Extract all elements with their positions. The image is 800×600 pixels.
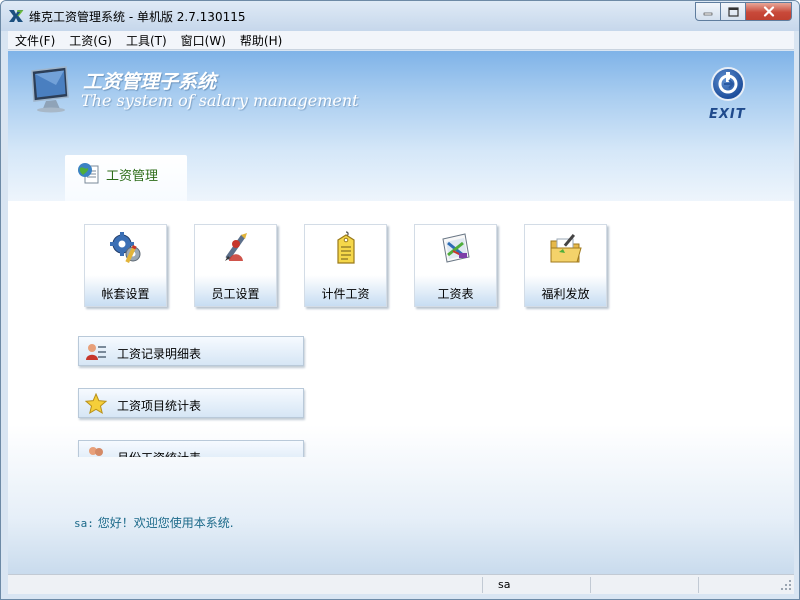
globe-document-icon bbox=[78, 163, 99, 184]
app-logo-icon bbox=[9, 10, 24, 22]
exit-button[interactable]: EXIT bbox=[702, 67, 752, 125]
tile-salary-table[interactable]: 工资表 bbox=[414, 224, 497, 307]
status-divider bbox=[698, 577, 699, 593]
system-subtitle: The system of salary management bbox=[81, 91, 359, 110]
menu-bar: 文件(F) 工资(G) 工具(T) 窗口(W) 帮助(H) bbox=[8, 31, 794, 50]
tab-label: 工资管理 bbox=[106, 169, 159, 184]
report-list[interactable]: 工资记录明细表 工资项目统计表 月份工资统计表 bbox=[70, 331, 320, 457]
menu-salary[interactable]: 工资(G) bbox=[62, 32, 119, 49]
welcome-message: sa: 您好！欢迎您使用本系统. bbox=[74, 514, 234, 531]
tile-account-setup[interactable]: 帐套设置 bbox=[84, 224, 167, 307]
tile-piecework-wage[interactable]: 计件工资 bbox=[304, 224, 387, 307]
tag-icon bbox=[337, 231, 355, 264]
maximize-button[interactable] bbox=[721, 2, 746, 21]
tile-label: 工资表 bbox=[437, 287, 474, 301]
resize-grip-icon[interactable] bbox=[780, 579, 792, 591]
report-monthly-salary[interactable]: 月份工资统计表 bbox=[78, 440, 304, 457]
tile-label: 帐套设置 bbox=[101, 287, 150, 301]
tile-label: 福利发放 bbox=[541, 287, 590, 301]
tab-salary-management[interactable]: 工资管理 bbox=[65, 155, 187, 201]
pen-person-icon bbox=[225, 233, 247, 261]
report-label: 工资记录明细表 bbox=[117, 347, 202, 361]
report-label: 月份工资统计表 bbox=[117, 449, 201, 457]
menu-tools[interactable]: 工具(T) bbox=[119, 32, 174, 49]
tile-welfare-distribution[interactable]: 福利发放 bbox=[524, 224, 607, 307]
tile-employee-setup[interactable]: 员工设置 bbox=[194, 224, 277, 307]
close-button[interactable] bbox=[746, 2, 792, 21]
window-title: 维克工资管理系统 - 单机版 2.7.130115 bbox=[29, 10, 246, 24]
report-salary-items[interactable]: 工资项目统计表 bbox=[78, 388, 304, 418]
menu-file[interactable]: 文件(F) bbox=[8, 32, 62, 49]
exit-icon bbox=[711, 67, 745, 101]
system-title: 工资管理子系统 bbox=[83, 71, 217, 93]
menu-help[interactable]: 帮助(H) bbox=[233, 32, 289, 49]
title-bar[interactable]: 维克工资管理系统 - 单机版 2.7.130115 bbox=[1, 1, 799, 31]
welcome-text: 您好！欢迎您使用本系统. bbox=[97, 516, 234, 530]
minimize-button[interactable] bbox=[695, 2, 721, 21]
folder-icon bbox=[550, 233, 582, 263]
tile-label: 计件工资 bbox=[321, 287, 370, 301]
report-salary-detail[interactable]: 工资记录明细表 bbox=[78, 336, 304, 366]
welcome-user: sa: bbox=[74, 517, 94, 530]
status-bar: sa bbox=[8, 574, 794, 594]
star-icon bbox=[85, 393, 107, 415]
minimize-icon bbox=[703, 12, 713, 15]
exit-label: EXIT bbox=[709, 107, 746, 122]
close-icon bbox=[763, 6, 774, 17]
report-label: 工资项目统计表 bbox=[117, 399, 202, 413]
users-icon bbox=[89, 447, 103, 456]
status-divider bbox=[482, 577, 483, 593]
main-window: 维克工资管理系统 - 单机版 2.7.130115 文件(F) 工资(G) 工具… bbox=[0, 0, 800, 600]
chart-icon bbox=[442, 233, 470, 263]
caption-buttons bbox=[695, 2, 792, 21]
gears-icon bbox=[110, 232, 141, 264]
menu-window[interactable]: 窗口(W) bbox=[174, 32, 233, 49]
status-user: sa bbox=[498, 578, 511, 591]
tile-label: 员工设置 bbox=[211, 287, 260, 301]
monitor-icon bbox=[31, 66, 69, 113]
user-list-icon bbox=[86, 344, 106, 360]
client-area: 工资管理子系统 The system of salary management … bbox=[8, 51, 794, 574]
maximize-icon bbox=[727, 6, 739, 17]
status-divider bbox=[590, 577, 591, 593]
